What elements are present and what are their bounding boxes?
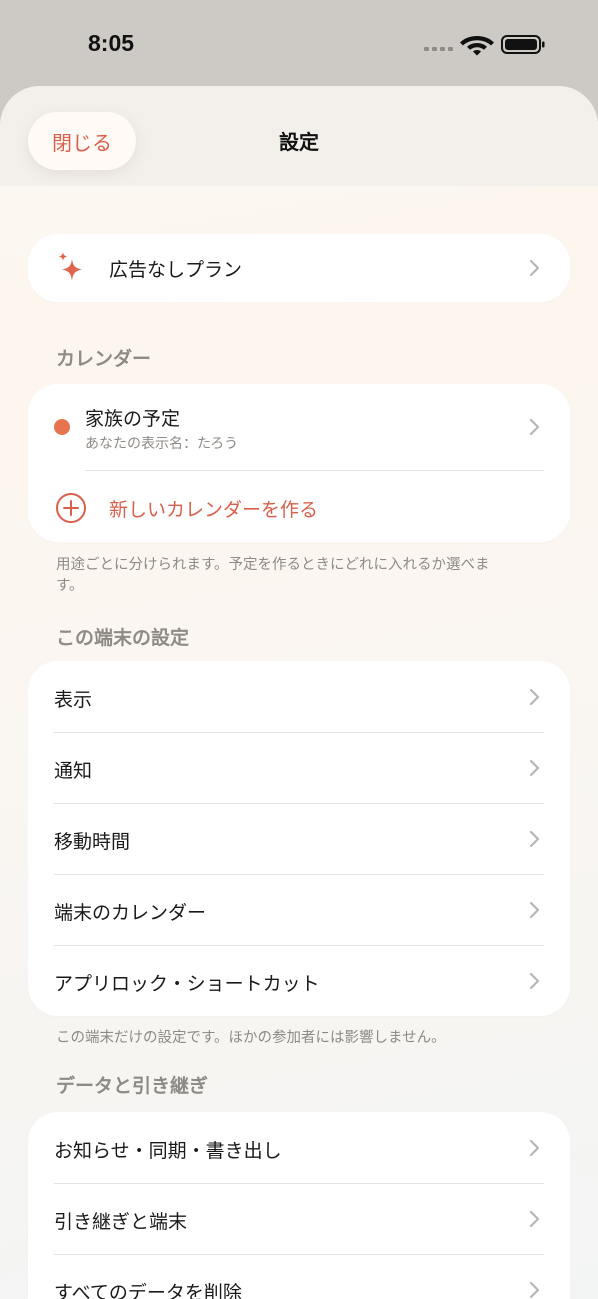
row-label: アプリロック・ショートカット [54,973,320,995]
status-bar: 8:05 [0,0,598,86]
chevron-right-icon [529,688,540,706]
settings-row-display[interactable]: 表示 [28,661,570,732]
device-section-header: この端末の設定 [56,627,190,649]
settings-sheet: 閉じる 設定 広告なしプラン カレンダー 家族の予定 あなたの表示名：たろう 新… [0,86,598,1299]
settings-row-app-lock[interactable]: アプリロック・ショートカット [28,945,570,1016]
settings-row-transfer[interactable]: 引き継ぎと端末 [28,1183,570,1254]
chevron-right-icon [529,972,540,990]
calendar-name: 家族の予定 [85,408,181,430]
nav-bar: 閉じる 設定 [0,86,598,186]
wifi-icon [460,36,494,56]
data-section-header: データと引き継ぎ [56,1075,209,1097]
row-label: すべてのデータを削除 [54,1282,242,1299]
chevron-right-icon [529,1210,540,1228]
battery-icon [501,35,545,54]
premium-plan-label: 広告なしプラン [109,259,243,281]
calendar-color-dot [54,419,70,435]
row-label: 移動時間 [54,831,131,853]
plus-circle-icon [56,493,86,523]
chevron-right-icon [529,759,540,777]
chevron-right-icon [529,1281,540,1299]
page-title: 設定 [279,130,319,154]
row-label: 表示 [54,689,93,711]
calendar-row-family[interactable]: 家族の予定 あなたの表示名：たろう [28,384,570,470]
row-label: 引き継ぎと端末 [54,1211,188,1233]
row-label: 端末のカレンダー [54,902,207,924]
calendar-display-name: あなたの表示名：たろう [85,436,239,452]
settings-row-travel-time[interactable]: 移動時間 [28,803,570,874]
status-icons [424,35,545,56]
device-footnote: この端末だけの設定です。ほかの参加者には影響しません。 [56,1030,446,1046]
data-settings-card: お知らせ・同期・書き出し 引き継ぎと端末 すべてのデータを削除 [28,1112,570,1299]
device-settings-card: 表示 通知 移動時間 端末のカレンダー アプリロック・ショートカット [28,661,570,1016]
chevron-right-icon [529,259,540,277]
chevron-right-icon [529,830,540,848]
calendar-footnote: 用途ごとに分けられます。予定を作るときにどれに入れるか選べます。 [56,557,490,594]
new-calendar-label: 新しいカレンダーを作る [109,499,319,521]
settings-row-device-calendar[interactable]: 端末のカレンダー [28,874,570,945]
sparkle-icon [58,252,82,281]
chevron-right-icon [529,418,540,436]
row-label: お知らせ・同期・書き出し [54,1140,282,1162]
calendar-card: 家族の予定 あなたの表示名：たろう 新しいカレンダーを作る [28,384,570,542]
calendar-section-header: カレンダー [56,348,152,370]
settings-row-sync-export[interactable]: お知らせ・同期・書き出し [28,1112,570,1183]
chevron-right-icon [529,901,540,919]
settings-row-notifications[interactable]: 通知 [28,732,570,803]
status-time: 8:05 [88,30,135,56]
chevron-right-icon [529,1139,540,1157]
signal-icon [424,47,453,51]
new-calendar-button[interactable]: 新しいカレンダーを作る [28,471,570,542]
settings-row-delete-all[interactable]: すべてのデータを削除 [28,1254,570,1299]
premium-plan-row[interactable]: 広告なしプラン [28,234,570,302]
row-label: 通知 [54,760,93,782]
